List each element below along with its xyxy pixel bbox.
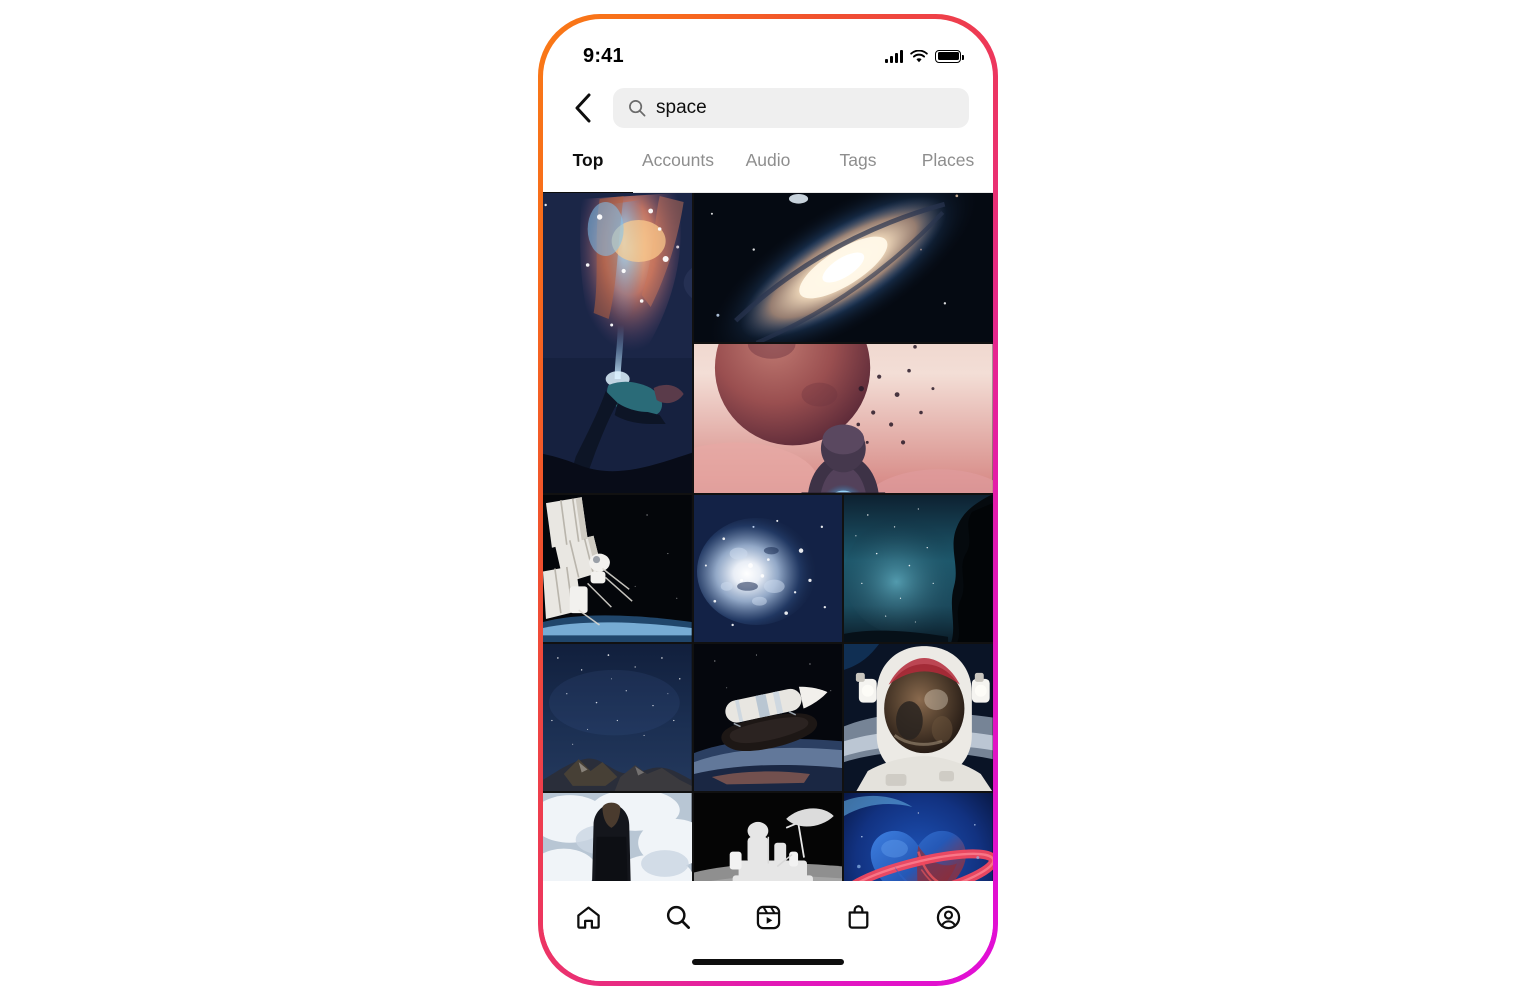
shop-bag-icon — [848, 904, 868, 929]
tab-accounts[interactable]: Accounts — [633, 141, 723, 193]
nav-search-button[interactable] — [652, 895, 704, 939]
phone-screen: 9:41 space Top Accounts Audio Tags Place… — [543, 19, 993, 981]
tab-tags[interactable]: Tags — [813, 141, 903, 193]
search-icon — [629, 100, 646, 117]
grid-tile-heart-planet-ring[interactable] — [844, 793, 993, 881]
screenshot-canvas: 9:41 space Top Accounts Audio Tags Place… — [0, 0, 1536, 1008]
search-input-value: space — [656, 97, 707, 118]
grid-section-feature — [543, 193, 993, 493]
astronaut-red-planet-art — [694, 344, 993, 493]
reels-icon — [756, 905, 780, 929]
grid-section-row-2 — [543, 495, 993, 642]
starry-mountain-ridge-art — [543, 644, 692, 791]
nav-home-button[interactable] — [562, 895, 614, 939]
back-button[interactable] — [569, 91, 597, 125]
grid-tile-lunar-rover-bw[interactable] — [693, 793, 843, 881]
search-header: space — [543, 79, 993, 137]
tab-audio[interactable]: Audio — [723, 141, 813, 193]
grid-tile-andromeda-galaxy[interactable] — [694, 193, 993, 342]
tab-places[interactable]: Places — [903, 141, 993, 193]
cellular-bars-icon — [885, 49, 903, 63]
chevron-left-icon — [575, 93, 591, 123]
status-indicators — [885, 49, 964, 63]
nav-profile-button[interactable] — [922, 895, 974, 939]
grid-section-row-3 — [543, 644, 993, 791]
grid-tile-blue-galaxy-cluster[interactable] — [693, 495, 843, 642]
bottom-navigation — [543, 881, 993, 981]
grid-tile-astronaut-red-planet[interactable] — [694, 344, 993, 493]
spacecraft-over-earth-art — [693, 644, 843, 791]
grid-tile-iss-solar-panel[interactable] — [543, 495, 692, 642]
nebula-woman-art — [543, 193, 693, 493]
grid-tile-astronaut-helmet-selfie[interactable] — [844, 644, 993, 791]
blue-galaxy-cluster-art — [693, 495, 843, 642]
home-indicator[interactable] — [692, 959, 844, 965]
grid-tile-figure-in-clouds[interactable] — [543, 793, 692, 881]
astronaut-helmet-selfie-art — [844, 644, 993, 791]
grid-tile-spacecraft-over-earth[interactable] — [693, 644, 843, 791]
search-input[interactable]: space — [613, 88, 969, 128]
home-icon — [576, 905, 600, 929]
tab-top[interactable]: Top — [543, 141, 633, 194]
lunar-rover-bw-art — [693, 793, 843, 881]
grid-section-row-4 — [543, 793, 993, 881]
grid-tile-starry-mountain-ridge[interactable] — [543, 644, 692, 791]
results-grid-scroll[interactable] — [543, 193, 993, 881]
status-time: 9:41 — [583, 44, 624, 67]
milky-way-treeline-art — [844, 495, 993, 642]
search-icon — [666, 905, 690, 929]
heart-planet-ring-art — [844, 793, 993, 881]
results-grid — [543, 193, 993, 881]
search-result-tabs: Top Accounts Audio Tags Places — [543, 141, 993, 194]
wifi-icon — [910, 49, 928, 62]
iss-solar-panel-art — [543, 495, 692, 642]
figure-in-clouds-art — [543, 793, 692, 881]
grid-tile-milky-way-treeline[interactable] — [844, 495, 993, 642]
battery-full-icon — [935, 49, 964, 63]
phone-frame: 9:41 space Top Accounts Audio Tags Place… — [538, 14, 998, 986]
grid-tile-nebula-woman[interactable] — [543, 193, 693, 493]
nav-reels-button[interactable] — [742, 895, 794, 939]
andromeda-galaxy-art — [694, 193, 993, 342]
profile-icon — [936, 905, 960, 929]
status-bar: 9:41 — [543, 19, 993, 77]
nav-shop-button[interactable] — [832, 895, 884, 939]
